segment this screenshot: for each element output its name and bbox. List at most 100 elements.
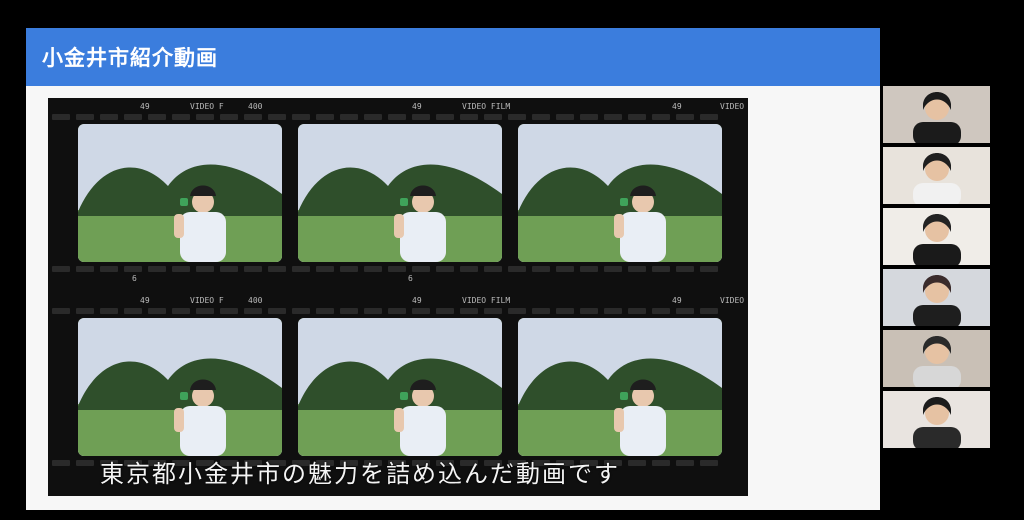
sprocket-hole xyxy=(388,266,406,272)
film-mark: VIDEO FILM xyxy=(462,296,511,305)
sprocket-hole xyxy=(76,308,94,314)
sprocket-hole xyxy=(652,114,670,120)
scene-illustration xyxy=(298,318,502,456)
sprocket-hole xyxy=(172,114,190,120)
sprocket-hole xyxy=(532,114,550,120)
participant-video xyxy=(883,208,990,265)
sprocket-hole xyxy=(604,308,622,314)
sprocket-hole xyxy=(244,266,262,272)
film-mark: 49 xyxy=(672,102,682,111)
participant-video xyxy=(883,391,990,448)
sprocket-hole xyxy=(100,266,118,272)
sprocket-hole xyxy=(52,114,70,120)
participant-video xyxy=(883,269,990,326)
sprocket-hole xyxy=(124,266,142,272)
film-sprocket-row xyxy=(52,114,744,122)
participant-video-tile[interactable] xyxy=(883,208,990,265)
film-mark: 400 xyxy=(248,102,263,111)
film-strip-image: 49 VIDEO F 400 49 VIDEO FILM 49 VIDEO 6 … xyxy=(48,98,748,496)
sprocket-hole xyxy=(652,266,670,272)
sprocket-hole xyxy=(580,308,598,314)
sprocket-hole xyxy=(100,308,118,314)
film-mark: VIDEO F xyxy=(190,296,224,305)
participant-video-tile[interactable] xyxy=(883,147,990,204)
sprocket-hole xyxy=(340,266,358,272)
sprocket-hole xyxy=(484,114,502,120)
sprocket-hole xyxy=(196,266,214,272)
participant-video-tile[interactable] xyxy=(883,269,990,326)
slide-header: 小金井市紹介動画 xyxy=(26,28,880,86)
sprocket-hole xyxy=(604,266,622,272)
sprocket-hole xyxy=(700,266,718,272)
sprocket-hole xyxy=(364,266,382,272)
sprocket-hole xyxy=(52,460,70,466)
sprocket-hole xyxy=(436,266,454,272)
sprocket-hole xyxy=(148,308,166,314)
sprocket-hole xyxy=(76,114,94,120)
sprocket-hole xyxy=(388,308,406,314)
sprocket-hole xyxy=(364,114,382,120)
participant-video xyxy=(883,147,990,204)
video-subtitle: 東京都小金井市の魅力を詰め込んだ動画です xyxy=(100,460,620,488)
sprocket-hole xyxy=(484,266,502,272)
sprocket-hole xyxy=(196,308,214,314)
participant-video-tile[interactable] xyxy=(883,330,990,387)
sprocket-hole xyxy=(700,308,718,314)
sprocket-hole xyxy=(700,460,718,466)
sprocket-hole xyxy=(172,266,190,272)
video-frame xyxy=(78,124,282,262)
sprocket-hole xyxy=(100,114,118,120)
sprocket-hole xyxy=(292,266,310,272)
sprocket-hole xyxy=(172,308,190,314)
presentation-slide: 小金井市紹介動画 49 VIDEO F 400 49 VIDEO FILM 49… xyxy=(26,28,880,510)
sprocket-hole xyxy=(556,266,574,272)
sprocket-hole xyxy=(52,266,70,272)
video-frame xyxy=(518,124,722,262)
film-sprocket-row xyxy=(52,308,744,316)
sprocket-hole xyxy=(292,308,310,314)
sprocket-hole xyxy=(364,308,382,314)
video-frame xyxy=(298,124,502,262)
sprocket-hole xyxy=(700,114,718,120)
sprocket-hole xyxy=(436,308,454,314)
video-frame xyxy=(518,318,722,456)
sprocket-hole xyxy=(460,114,478,120)
sprocket-hole xyxy=(628,114,646,120)
sprocket-hole xyxy=(412,308,430,314)
sprocket-hole xyxy=(148,266,166,272)
film-mark: 49 xyxy=(412,102,422,111)
film-edge-marks-bottom: 6 6 xyxy=(48,272,748,288)
sprocket-hole xyxy=(244,308,262,314)
sprocket-hole xyxy=(340,308,358,314)
scene-illustration xyxy=(518,318,722,456)
sprocket-hole xyxy=(220,114,238,120)
scene-illustration xyxy=(518,124,722,262)
sprocket-hole xyxy=(292,114,310,120)
sprocket-hole xyxy=(412,266,430,272)
scene-illustration xyxy=(78,124,282,262)
participant-video-tile[interactable] xyxy=(883,391,990,448)
participant-video-tile[interactable] xyxy=(883,86,990,143)
sprocket-hole xyxy=(676,308,694,314)
sprocket-hole xyxy=(628,266,646,272)
sprocket-hole xyxy=(148,114,166,120)
sprocket-hole xyxy=(268,308,286,314)
film-sprocket-row xyxy=(52,266,744,274)
scene-illustration xyxy=(298,124,502,262)
sprocket-hole xyxy=(220,308,238,314)
sprocket-hole xyxy=(220,266,238,272)
sprocket-hole xyxy=(316,266,334,272)
sprocket-hole xyxy=(604,114,622,120)
sprocket-hole xyxy=(532,308,550,314)
sprocket-hole xyxy=(628,308,646,314)
video-frame xyxy=(78,318,282,456)
sprocket-hole xyxy=(652,308,670,314)
sprocket-hole xyxy=(556,308,574,314)
sprocket-hole xyxy=(508,266,526,272)
sprocket-hole xyxy=(676,114,694,120)
sprocket-hole xyxy=(460,308,478,314)
sprocket-hole xyxy=(268,266,286,272)
film-mark: 6 xyxy=(408,274,413,283)
film-mark: VIDEO xyxy=(720,102,745,111)
film-mark: 49 xyxy=(140,102,150,111)
